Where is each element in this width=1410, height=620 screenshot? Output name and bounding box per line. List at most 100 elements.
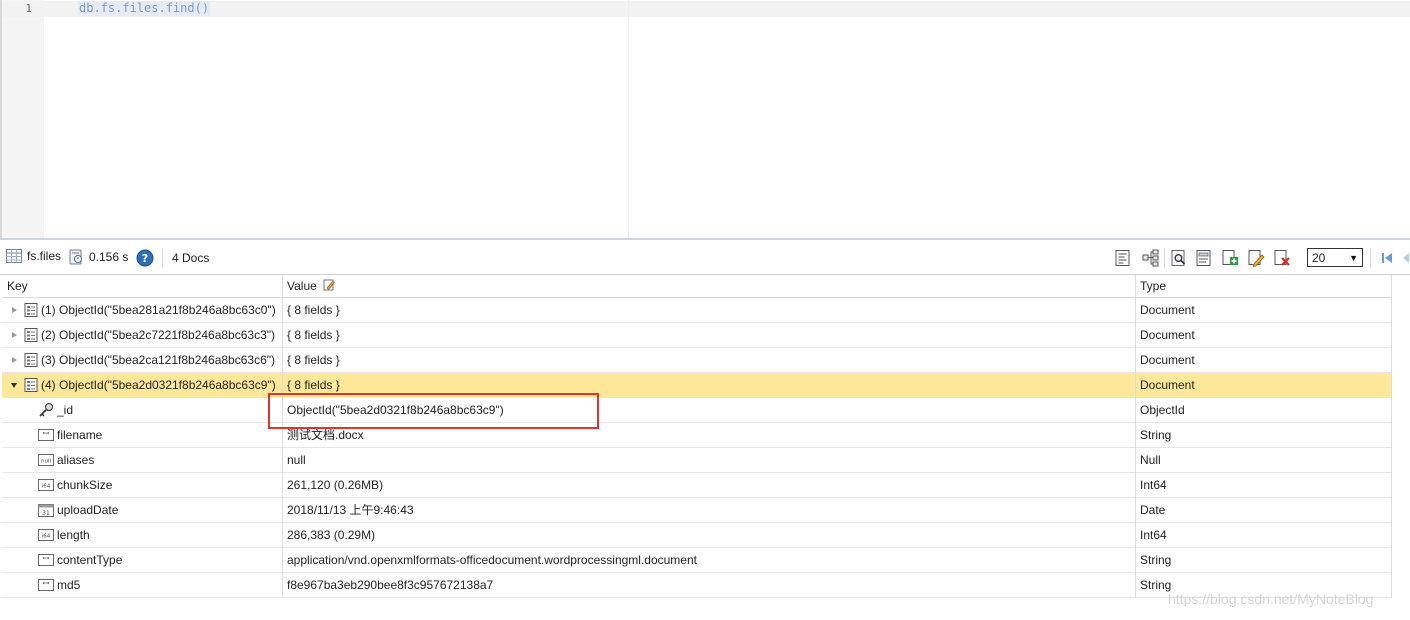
column-header-value-label: Value <box>287 279 317 293</box>
field-row[interactable]: null aliases null Null <box>2 448 1392 473</box>
document-row[interactable]: (3) ObjectId("5bea2ca121f8b246a8bc63c6")… <box>2 348 1392 373</box>
document-icon <box>24 328 38 342</box>
document-key: (3) ObjectId("5bea2ca121f8b246a8bc63c6") <box>41 353 276 367</box>
field-type: String <box>1140 428 1172 442</box>
field-row[interactable]: "" filename 测试文档.docx String <box>2 423 1392 448</box>
null-type-icon: null <box>38 454 54 466</box>
collection-indicator: fs.files <box>6 249 61 263</box>
query-editor[interactable]: 1 db.fs.files.find() <box>0 0 1410 238</box>
field-row[interactable]: i64 chunkSize 261,120 (0.26MB) Int64 <box>2 473 1392 498</box>
delete-document-icon[interactable] <box>1273 249 1291 267</box>
column-divider[interactable] <box>1135 275 1136 598</box>
field-key: contentType <box>57 553 123 567</box>
expand-arrow-icon[interactable] <box>12 357 17 363</box>
field-key: length <box>57 528 90 542</box>
field-row[interactable]: "" contentType application/vnd.openxmlfo… <box>2 548 1392 573</box>
view-document-icon[interactable] <box>1195 249 1213 267</box>
editor-gutter <box>2 0 44 238</box>
active-line-highlight <box>2 1 1410 17</box>
field-type: String <box>1140 553 1172 567</box>
table-icon <box>6 249 22 263</box>
string-type-icon: "" <box>38 429 54 441</box>
field-type: Date <box>1140 503 1166 517</box>
line-number: 1 <box>25 2 32 15</box>
document-row-selected[interactable]: (4) ObjectId("5bea2d0321f8b246a8bc63c9")… <box>2 373 1392 398</box>
document-type: Document <box>1140 328 1195 342</box>
field-key: filename <box>57 428 103 442</box>
collection-name: fs.files <box>27 249 62 263</box>
tree-view-icon[interactable] <box>1142 249 1160 267</box>
field-value: 261,120 (0.26MB) <box>287 478 384 492</box>
document-type: Document <box>1140 378 1195 392</box>
field-type: Null <box>1140 453 1161 467</box>
column-header-type-label: Type <box>1140 279 1167 293</box>
elapsed-value: 0.156 s <box>89 250 129 264</box>
query-code[interactable]: db.fs.files.find() <box>78 1 211 16</box>
collapse-arrow-icon[interactable] <box>11 383 17 388</box>
find-icon[interactable] <box>1170 249 1188 267</box>
timer-icon <box>69 249 82 265</box>
svg-text:null: null <box>41 459 51 465</box>
field-value: application/vnd.openxmlformats-officedoc… <box>287 553 697 567</box>
field-type: Int64 <box>1140 478 1167 492</box>
page-size-select[interactable]: 20 ▼ <box>1307 248 1363 267</box>
field-row[interactable]: 31 uploadDate 2018/11/13 上午9:46:43 Date <box>2 498 1392 523</box>
watermark: https://blog.csdn.net/MyNoteBlog <box>1168 591 1374 607</box>
field-key: uploadDate <box>57 503 119 517</box>
column-divider[interactable] <box>282 275 283 598</box>
first-page-icon[interactable] <box>1378 249 1396 267</box>
document-key: (2) ObjectId("5bea2c7221f8b246a8bc63c3") <box>41 328 276 342</box>
field-row[interactable]: i64 length 286,383 (0.29M) Int64 <box>2 523 1392 548</box>
field-key: _id <box>57 403 74 417</box>
insert-document-icon[interactable] <box>1221 249 1239 267</box>
field-type: ObjectId <box>1140 403 1185 417</box>
document-value: { 8 fields } <box>287 328 340 342</box>
date-type-icon: 31 <box>38 504 54 517</box>
document-type: Document <box>1140 353 1195 367</box>
text-view-icon[interactable] <box>1114 249 1132 267</box>
string-type-icon: "" <box>38 554 54 566</box>
document-value: { 8 fields } <box>287 353 340 367</box>
field-value: 2018/11/13 上午9:46:43 <box>287 503 414 517</box>
svg-text:i64: i64 <box>42 484 51 490</box>
column-header-value[interactable]: Value <box>282 275 1135 298</box>
expand-arrow-icon[interactable] <box>12 332 17 338</box>
help-icon[interactable]: ? <box>136 249 154 267</box>
toolbar-divider <box>1164 248 1165 268</box>
elapsed-time: 0.156 s <box>69 249 128 265</box>
document-icon <box>24 378 38 392</box>
field-value: 286,383 (0.29M) <box>287 528 376 542</box>
document-value: { 8 fields } <box>287 303 340 317</box>
expand-arrow-icon[interactable] <box>12 307 17 313</box>
column-header-type[interactable]: Type <box>1135 275 1392 298</box>
doc-count: 4 Docs <box>172 251 210 265</box>
field-value: null <box>287 453 306 467</box>
field-row[interactable]: _id ObjectId("5bea2d0321f8b246a8bc63c9")… <box>2 398 1392 423</box>
results-toolbar: fs.files 0.156 s ? 4 Docs 20 ▼ <box>0 238 1410 275</box>
toolbar-divider <box>162 248 163 268</box>
field-key: chunkSize <box>57 478 113 492</box>
key-icon <box>39 403 53 417</box>
annotation-highlight-box <box>268 393 599 429</box>
document-row[interactable]: (2) ObjectId("5bea2c7221f8b246a8bc63c3")… <box>2 323 1392 348</box>
document-type: Document <box>1140 303 1195 317</box>
page-size-value: 20 <box>1312 250 1326 265</box>
svg-text:?: ? <box>142 252 148 265</box>
column-divider <box>1391 275 1392 598</box>
column-header-key[interactable]: Key <box>2 275 282 298</box>
document-row[interactable]: (1) ObjectId("5bea281a21f8b246a8bc63c0")… <box>2 298 1392 323</box>
svg-text:"": "" <box>42 581 49 590</box>
column-header-key-label: Key <box>7 279 28 293</box>
int64-type-icon: i64 <box>38 479 54 491</box>
previous-page-icon[interactable] <box>1398 249 1410 267</box>
svg-text:i64: i64 <box>42 534 51 540</box>
document-icon <box>24 353 38 367</box>
document-key: (1) ObjectId("5bea281a21f8b246a8bc63c0") <box>41 303 276 317</box>
field-key: aliases <box>57 453 95 467</box>
svg-text:"": "" <box>42 431 49 440</box>
svg-text:31: 31 <box>42 510 50 517</box>
field-type: Int64 <box>1140 528 1167 542</box>
edit-document-icon[interactable] <box>1247 249 1265 267</box>
field-key: md5 <box>57 578 81 592</box>
chevron-down-icon: ▼ <box>1349 252 1358 263</box>
